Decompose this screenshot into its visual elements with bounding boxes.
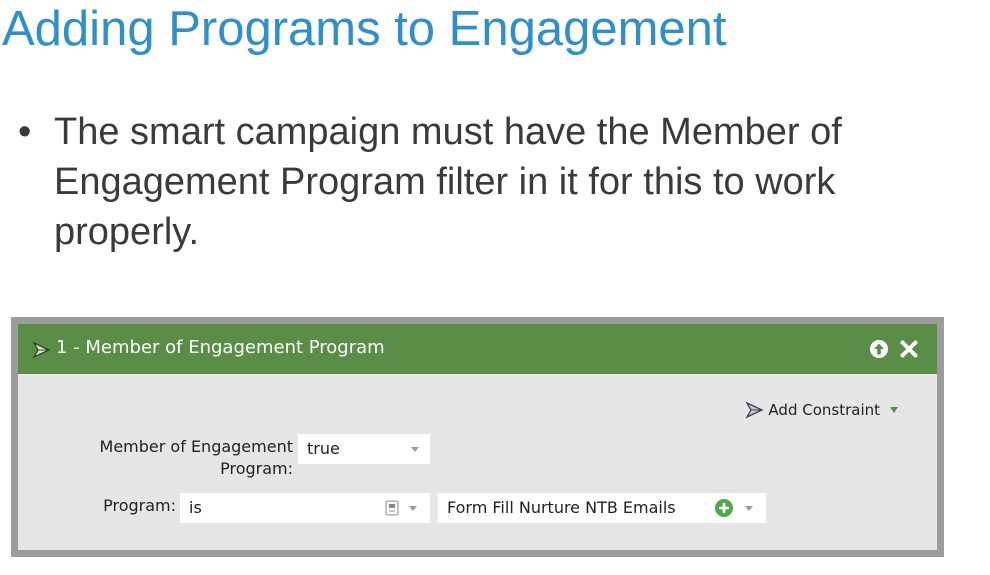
chevron-down-icon [409,506,417,511]
header-buttons [869,339,919,359]
program-label: Program: [103,496,176,515]
program-value-select[interactable]: Form Fill Nurture NTB Emails [438,493,766,523]
filter-header[interactable]: 1 - Member of Engagement Program [18,324,937,374]
bullet-item: • The smart campaign must have the Membe… [18,107,978,257]
bullet-marker: • [18,111,32,153]
chevron-down-icon [890,407,898,413]
add-icon[interactable] [714,498,734,518]
chevron-down-icon [745,506,753,511]
filter-title: 1 - Member of Engagement Program [56,337,385,358]
smart-list-filter-panel: 1 - Member of Engagement Program Add Con… [18,324,937,550]
slide-title: Adding Programs to Engagement [2,2,727,56]
operator-value: is [189,498,202,517]
funnel-icon [32,341,51,359]
picker-icon[interactable] [385,500,399,516]
move-up-icon[interactable] [869,339,889,359]
chevron-down-icon [411,447,419,452]
funnel-icon [745,401,764,419]
operator-select[interactable]: is [180,493,430,523]
label-line: Program: [220,459,293,478]
bullet-list: • The smart campaign must have the Membe… [18,107,978,257]
add-constraint-label: Add Constraint [768,401,880,419]
member-value: true [307,439,340,458]
member-value-select[interactable]: true [298,434,430,464]
label-line: Member of Engagement [99,437,293,456]
close-icon[interactable] [899,339,919,359]
bullet-text: The smart campaign must have the Member … [54,111,842,253]
program-value: Form Fill Nurture NTB Emails [447,498,676,517]
add-constraint-button[interactable]: Add Constraint [745,400,899,420]
member-of-engagement-label: Member of Engagement Program: [88,436,293,480]
smart-list-filter-frame: 1 - Member of Engagement Program Add Con… [11,317,944,557]
